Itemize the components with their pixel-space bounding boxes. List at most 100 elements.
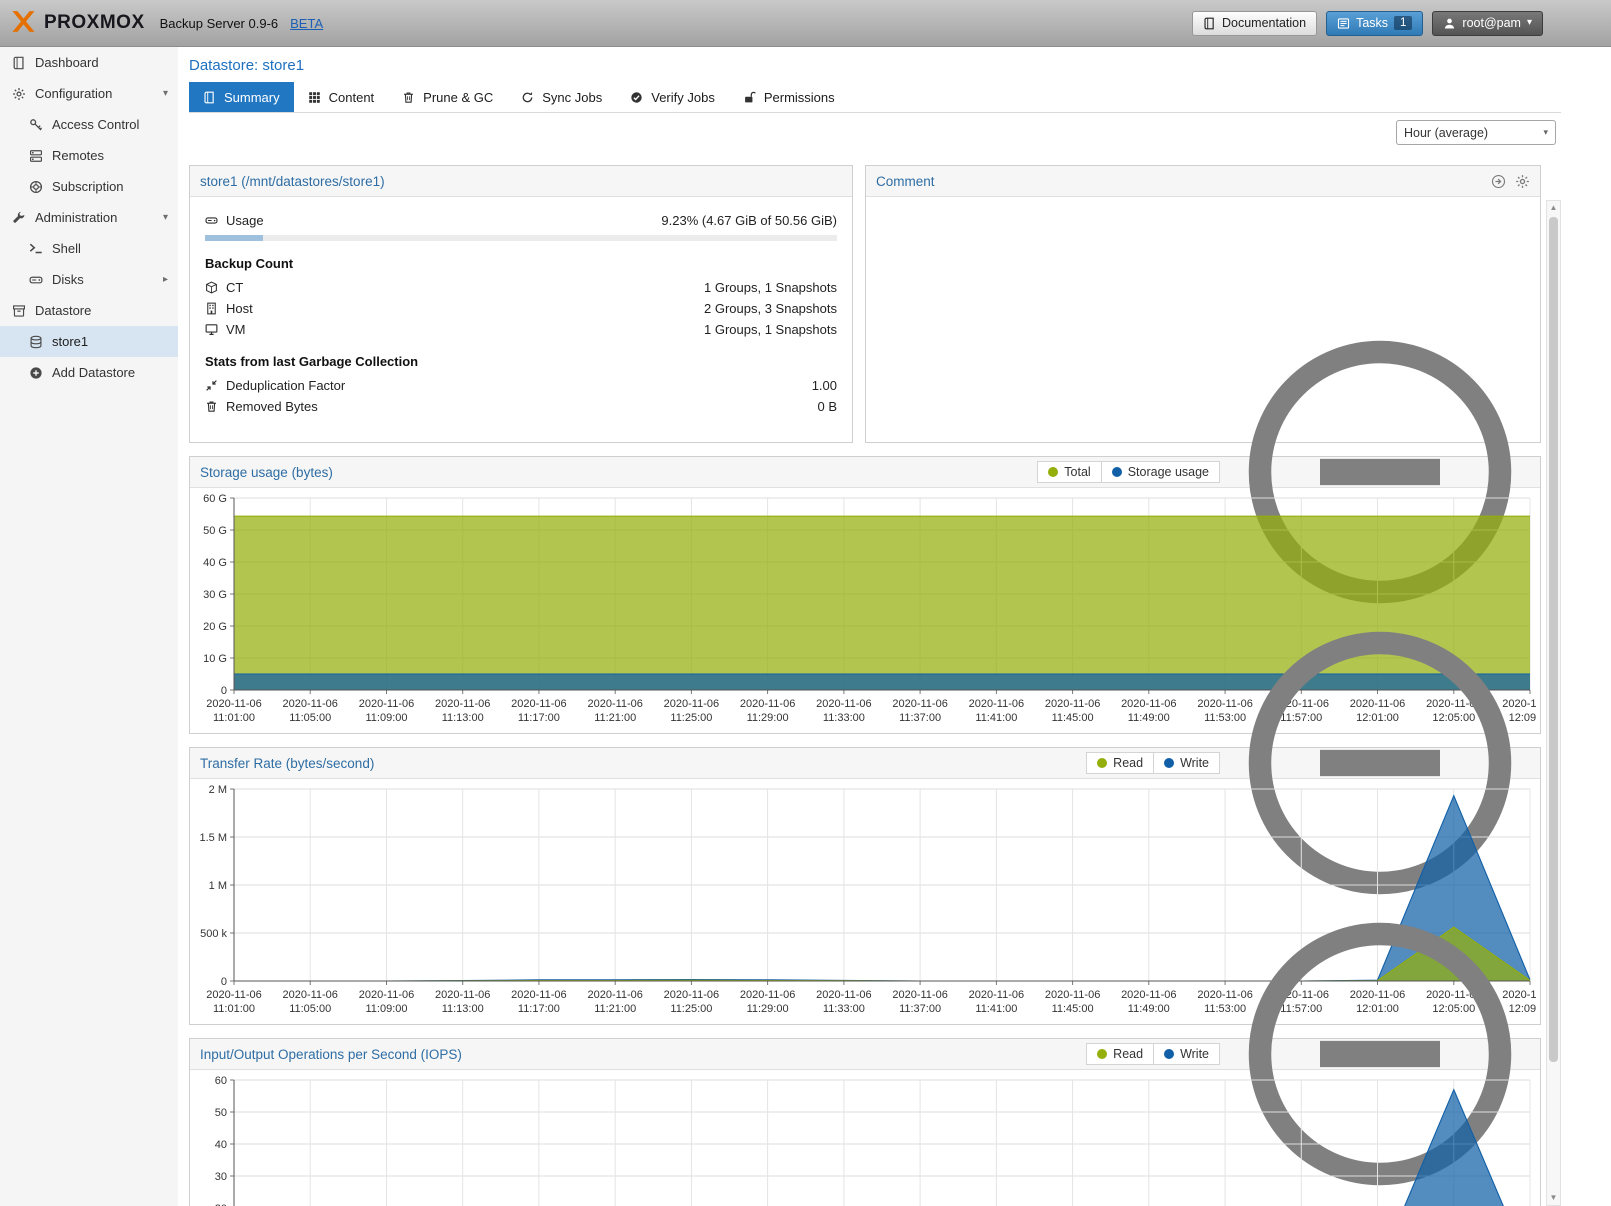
sidebar-item-administration[interactable]: Administration▾ bbox=[0, 202, 178, 233]
svg-text:2020-11-06: 2020-11-06 bbox=[892, 989, 947, 1001]
legend-storage-usage[interactable]: Storage usage bbox=[1102, 461, 1220, 483]
legend-label: Write bbox=[1180, 756, 1209, 770]
legend-read[interactable]: Read bbox=[1086, 752, 1154, 774]
svg-text:2020-11-06: 2020-11-06 bbox=[969, 698, 1024, 710]
chart-body: 01020304050602020-11-0611:01:002020-11-0… bbox=[190, 1070, 1540, 1206]
svg-text:2020-11-06: 2020-11-06 bbox=[511, 698, 566, 710]
legend-read[interactable]: Read bbox=[1086, 1043, 1154, 1065]
caret-down-icon: ▾ bbox=[1527, 18, 1532, 28]
scroll-up-arrow[interactable]: ▲ bbox=[1550, 201, 1558, 215]
tab-label: Sync Jobs bbox=[542, 90, 602, 105]
legend-dot-icon bbox=[1164, 1049, 1174, 1059]
tab-verify-jobs[interactable]: Verify Jobs bbox=[616, 82, 729, 112]
legend-label: Write bbox=[1180, 1047, 1209, 1061]
vertical-scrollbar[interactable]: ▲ ▼ bbox=[1546, 200, 1561, 1206]
svg-text:500 k: 500 k bbox=[200, 928, 227, 940]
brand: PROXMOX Backup Server 0.9-6 BETA bbox=[10, 8, 323, 38]
scrollbar-thumb[interactable] bbox=[1549, 217, 1558, 1062]
header-actions: Documentation Tasks 1 root@pam ▾ bbox=[1192, 11, 1601, 36]
info-row: Removed Bytes0 B bbox=[205, 397, 837, 416]
legend-label: Total bbox=[1064, 465, 1090, 479]
sidebar-item-datastore[interactable]: Datastore bbox=[0, 295, 178, 326]
tab-label: Permissions bbox=[764, 90, 835, 105]
tasks-count-badge: 1 bbox=[1394, 16, 1412, 30]
legend-write[interactable]: Write bbox=[1154, 1043, 1220, 1065]
legend-write[interactable]: Write bbox=[1154, 752, 1220, 774]
unlock-icon bbox=[743, 91, 756, 104]
caret-down-icon[interactable]: ▾ bbox=[163, 212, 168, 223]
legend-dot-icon bbox=[1097, 758, 1107, 768]
svg-text:2020-11-06: 2020-11-06 bbox=[664, 989, 719, 1001]
compress-icon bbox=[205, 379, 218, 392]
svg-text:2020-11-06: 2020-11-06 bbox=[587, 698, 642, 710]
timeframe-select[interactable]: Hour (average) ▾ bbox=[1396, 120, 1556, 145]
sidebar: Dashboard Configuration▾Access ControlRem… bbox=[0, 47, 178, 1206]
tab-label: Verify Jobs bbox=[651, 90, 715, 105]
datastore-summary-panel: store1 (/mnt/datastores/store1) Usage 9.… bbox=[189, 165, 853, 443]
sidebar-item-add-datastore[interactable]: Add Datastore bbox=[0, 357, 178, 388]
info-value: 1 Groups, 1 Snapshots bbox=[704, 280, 837, 295]
book-icon bbox=[1203, 17, 1216, 30]
sidebar-item-label: Dashboard bbox=[35, 55, 99, 70]
building-icon bbox=[205, 302, 218, 315]
wrench-icon bbox=[12, 211, 26, 225]
tab-summary[interactable]: Summary bbox=[189, 82, 294, 112]
tab-content[interactable]: Content bbox=[294, 82, 389, 112]
comment-panel-tools bbox=[1491, 174, 1530, 189]
sidebar-item-shell[interactable]: Shell bbox=[0, 233, 178, 264]
beta-link[interactable]: BETA bbox=[290, 16, 323, 31]
tab-sync-jobs[interactable]: Sync Jobs bbox=[507, 82, 616, 112]
top-bar: PROXMOX Backup Server 0.9-6 BETA Documen… bbox=[0, 0, 1611, 47]
lifering-icon bbox=[29, 180, 43, 194]
svg-text:11:17:00: 11:17:00 bbox=[518, 712, 560, 724]
iops-panel-title: Input/Output Operations per Second (IOPS… bbox=[200, 1047, 462, 1062]
sidebar-item-dashboard[interactable]: Dashboard bbox=[0, 47, 178, 78]
tab-prune-gc[interactable]: Prune & GC bbox=[388, 82, 507, 112]
svg-text:11:05:00: 11:05:00 bbox=[289, 712, 331, 724]
grid-icon bbox=[308, 91, 321, 104]
sidebar-item-access-control[interactable]: Access Control bbox=[0, 109, 178, 140]
svg-text:60: 60 bbox=[215, 1075, 227, 1087]
svg-text:11:13:00: 11:13:00 bbox=[442, 712, 484, 724]
brand-name: PROXMOX bbox=[44, 12, 145, 34]
svg-text:2020-11-06: 2020-11-06 bbox=[206, 989, 261, 1001]
info-value: 1.00 bbox=[812, 378, 837, 393]
svg-text:2020-11-06: 2020-11-06 bbox=[816, 698, 871, 710]
user-menu-button[interactable]: root@pam ▾ bbox=[1432, 11, 1543, 36]
legend-dot-icon bbox=[1164, 758, 1174, 768]
caret-right-icon[interactable]: ▸ bbox=[163, 274, 168, 285]
svg-text:2020-11-06: 2020-11-06 bbox=[664, 698, 719, 710]
tasks-button[interactable]: Tasks 1 bbox=[1326, 11, 1423, 36]
gear-icon[interactable] bbox=[1515, 174, 1530, 189]
usage-label: Usage bbox=[226, 213, 264, 228]
svg-text:11:01:00: 11:01:00 bbox=[213, 1003, 255, 1015]
svg-text:11:33:00: 11:33:00 bbox=[823, 712, 865, 724]
legend-total[interactable]: Total bbox=[1037, 461, 1101, 483]
svg-text:11:01:00: 11:01:00 bbox=[213, 712, 255, 724]
sidebar-item-label: Shell bbox=[52, 241, 81, 256]
sidebar-item-subscription[interactable]: Subscription bbox=[0, 171, 178, 202]
svg-text:2020-11-06: 2020-11-06 bbox=[1045, 698, 1100, 710]
legend-dot-icon bbox=[1112, 467, 1122, 477]
svg-text:2020-11-06: 2020-11-06 bbox=[435, 698, 490, 710]
sidebar-item-store1[interactable]: store1 bbox=[0, 326, 178, 357]
tab-permissions[interactable]: Permissions bbox=[729, 82, 849, 112]
documentation-button[interactable]: Documentation bbox=[1192, 11, 1317, 36]
info-value: 1 Groups, 1 Snapshots bbox=[704, 322, 837, 337]
info-label: Deduplication Factor bbox=[226, 378, 345, 393]
svg-text:2020-11-06: 2020-11-06 bbox=[816, 989, 871, 1001]
sidebar-item-remotes[interactable]: Remotes bbox=[0, 140, 178, 171]
server-icon bbox=[29, 149, 43, 163]
scroll-down-arrow[interactable]: ▼ bbox=[1550, 1191, 1558, 1205]
info-label: CT bbox=[226, 280, 243, 295]
svg-text:50 G: 50 G bbox=[203, 525, 227, 537]
sidebar-item-disks[interactable]: Disks▸ bbox=[0, 264, 178, 295]
svg-text:60 G: 60 G bbox=[203, 493, 227, 505]
svg-text:40: 40 bbox=[215, 1139, 227, 1151]
caret-down-icon[interactable]: ▾ bbox=[163, 88, 168, 99]
tab-label: Prune & GC bbox=[423, 90, 493, 105]
edit-comment-icon[interactable] bbox=[1491, 174, 1506, 189]
usage-row: Usage 9.23% (4.67 GiB of 50.56 GiB) bbox=[205, 211, 837, 230]
sidebar-item-configuration[interactable]: Configuration▾ bbox=[0, 78, 178, 109]
info-label: Host bbox=[226, 301, 253, 316]
